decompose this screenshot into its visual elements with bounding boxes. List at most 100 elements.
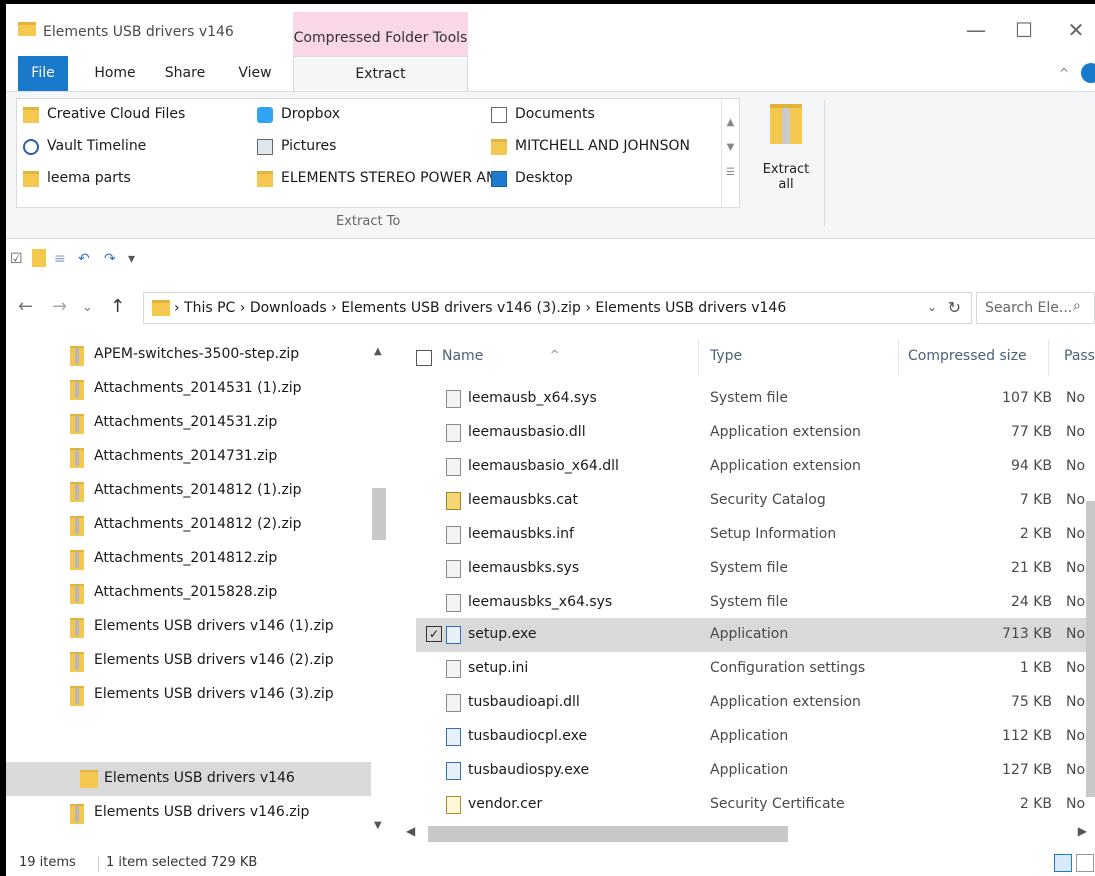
scroll-thumb[interactable] — [372, 488, 386, 540]
system-file-icon — [446, 560, 461, 578]
refresh-icon[interactable]: ↻ — [948, 298, 961, 317]
help-icon[interactable] — [1081, 63, 1095, 83]
nav-item[interactable]: Attachments_2014531 (1).zip — [6, 372, 371, 406]
gallery-up-icon[interactable]: ▲ — [722, 117, 739, 128]
address-dropdown-icon[interactable]: ⌄ — [927, 300, 937, 314]
file-row[interactable]: tusbaudiocpl.exe Application 112 KB No — [416, 720, 1095, 754]
explorer-window: Elements USB drivers v146 Compressed Fol… — [6, 4, 1095, 876]
file-list-scrollbar-thumb[interactable] — [1086, 501, 1095, 797]
large-icons-view-icon[interactable] — [1076, 854, 1094, 872]
file-row[interactable]: leemausbks.sys System file 21 KB No — [416, 552, 1095, 586]
application-icon — [446, 728, 461, 746]
nav-item[interactable]: Elements USB drivers v146 (3).zip — [6, 678, 371, 712]
search-placeholder: Search Ele... — [985, 300, 1073, 316]
tab-file[interactable]: File — [18, 56, 68, 92]
back-button[interactable]: ← — [18, 296, 33, 317]
nav-item[interactable]: APEM-switches-3500-step.zip — [6, 338, 371, 372]
redo-icon[interactable]: ↷ — [104, 251, 116, 267]
scroll-right-icon[interactable]: ▶ — [1078, 824, 1087, 838]
row-checkbox-checked[interactable]: ✓ — [426, 626, 442, 642]
nav-item[interactable]: Attachments_2014812.zip — [6, 542, 371, 576]
gallery-scroll[interactable]: ▲ ▼ ☰ — [721, 99, 739, 207]
customize-qat-icon[interactable]: ▾ — [128, 251, 135, 267]
maximize-button[interactable]: ☐ — [1004, 18, 1044, 46]
zip-folder-icon — [70, 482, 84, 502]
file-row[interactable]: leemausbasio.dll Application extension 77 … — [416, 416, 1095, 450]
nav-item[interactable]: Attachments_2014812 (2).zip — [6, 508, 371, 542]
horizontal-scrollbar[interactable]: ◀ ▶ — [402, 824, 1095, 844]
file-row-selected[interactable]: ✓ setup.exe Application 713 KB No — [416, 618, 1095, 652]
navigation-bar: ← → ⌄ ↑ › This PC › Downloads › Elements… — [6, 286, 1095, 328]
nav-item[interactable]: Elements USB drivers v146.zip — [6, 796, 371, 830]
group-label-extract-to: Extract To — [336, 214, 401, 229]
folder-icon[interactable] — [32, 249, 46, 267]
zip-folder-icon — [70, 550, 84, 570]
recent-locations-button[interactable]: ⌄ — [82, 300, 93, 315]
column-divider[interactable] — [698, 340, 699, 376]
documents-icon — [491, 107, 507, 123]
nav-item[interactable]: Elements USB drivers v146 (1).zip — [6, 610, 371, 644]
tab-home[interactable]: Home — [90, 56, 140, 92]
nav-item[interactable]: Attachments_2015828.zip — [6, 576, 371, 610]
breadcrumb[interactable]: › This PC › Downloads › Elements USB dri… — [174, 300, 786, 316]
tab-view[interactable]: View — [232, 56, 278, 92]
file-row[interactable]: leemausbasio_x64.dll Application extensio… — [416, 450, 1095, 484]
column-header-type[interactable]: Type — [710, 348, 742, 364]
navigation-pane: APEM-switches-3500-step.zip Attachments_… — [6, 338, 374, 834]
column-divider[interactable] — [898, 340, 899, 376]
file-row[interactable]: leemausb_x64.sys System file 107 KB No — [416, 382, 1095, 416]
file-row[interactable]: setup.ini Configuration settings 1 KB No — [416, 652, 1095, 686]
ribbon-tabs: File Home Share View Extract ^ — [6, 56, 1095, 92]
scroll-left-icon[interactable]: ◀ — [406, 824, 415, 838]
nav-item[interactable]: Attachments_2014812 (1).zip — [6, 474, 371, 508]
minimize-button[interactable]: — — [956, 18, 996, 46]
ribbon: Creative Cloud Files Dropbox Documents V… — [6, 91, 1095, 239]
column-header-compressed-size[interactable]: Compressed size — [908, 348, 1027, 364]
collapse-ribbon-button[interactable]: ^ — [1059, 66, 1069, 80]
nav-item-selected[interactable]: Elements USB drivers v146 — [6, 762, 371, 796]
folder-icon — [152, 300, 170, 316]
forward-button[interactable]: → — [52, 296, 67, 317]
certificate-icon — [446, 796, 461, 814]
details-view-icon[interactable] — [1054, 854, 1072, 872]
vault-icon — [23, 139, 39, 155]
search-box[interactable]: Search Ele... ⌕ — [976, 292, 1095, 324]
file-row[interactable]: tusbaudioapi.dll Application extension 75 … — [416, 686, 1095, 720]
dll-file-icon — [446, 694, 461, 712]
select-all-checkbox[interactable] — [416, 350, 432, 366]
nav-pane-scrollbar[interactable]: ▲ ▼ — [370, 338, 387, 834]
file-row[interactable]: tusbaudiospy.exe Application 127 KB No — [416, 754, 1095, 788]
properties-icon[interactable]: ≡ — [54, 251, 66, 267]
nav-item[interactable]: Elements USB drivers v146 (2).zip — [6, 644, 371, 678]
close-button[interactable]: ✕ — [1056, 18, 1095, 46]
scroll-up-icon[interactable]: ▲ — [374, 346, 382, 357]
nav-item[interactable]: Attachments_2014731.zip — [6, 440, 371, 474]
gallery-down-icon[interactable]: ▼ — [722, 142, 739, 153]
file-row[interactable]: leemausbks_x64.sys System file 24 KB No — [416, 586, 1095, 620]
gallery-more-icon[interactable]: ☰ — [722, 167, 739, 178]
zip-folder-icon — [70, 346, 84, 366]
desktop-icon — [491, 171, 507, 187]
tab-extract[interactable]: Extract — [293, 56, 468, 92]
column-header-name[interactable]: Name — [442, 348, 483, 364]
quick-access-toolbar: ☑ ≡ ↶ ↷ ▾ — [6, 239, 1095, 279]
horizontal-scroll-thumb[interactable] — [428, 826, 788, 842]
column-divider[interactable] — [1048, 340, 1049, 376]
folder-icon — [18, 22, 36, 36]
address-bar[interactable]: › This PC › Downloads › Elements USB dri… — [143, 292, 972, 324]
file-row[interactable]: vendor.cer Security Certificate 2 KB No — [416, 788, 1095, 814]
undo-icon[interactable]: ↶ — [78, 251, 90, 267]
scroll-down-icon[interactable]: ▼ — [374, 820, 382, 831]
search-icon[interactable]: ⌕ — [1073, 298, 1081, 314]
title-bar: Elements USB drivers v146 Compressed Fol… — [6, 4, 1095, 60]
checkbox-icon[interactable]: ☑ — [10, 251, 23, 267]
zip-folder-icon — [70, 804, 84, 824]
file-row[interactable]: leemausbks.inf Setup Information 2 KB No — [416, 518, 1095, 552]
up-button[interactable]: ↑ — [110, 296, 125, 317]
folder-icon — [491, 139, 507, 155]
file-row[interactable]: leemausbks.cat Security Catalog 7 KB No — [416, 484, 1095, 518]
tab-share[interactable]: Share — [160, 56, 210, 92]
extract-all-button[interactable]: Extract all — [754, 96, 818, 216]
nav-item[interactable]: Attachments_2014531.zip — [6, 406, 371, 440]
column-header-password[interactable]: Pass — [1064, 348, 1095, 364]
